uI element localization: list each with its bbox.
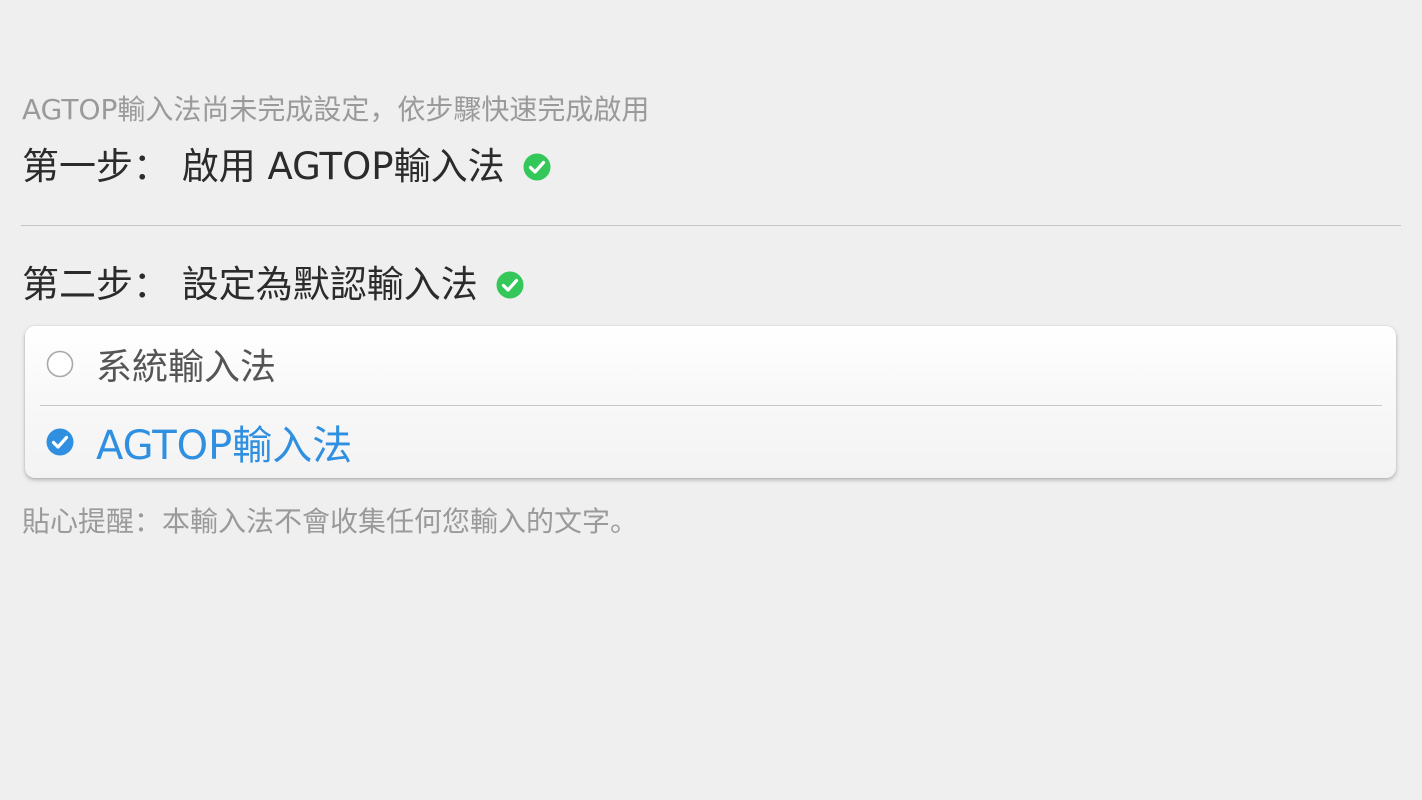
step-1-label: 第一步： 啟用 AGTOP輸入法	[22, 145, 505, 188]
check-circle-icon	[523, 153, 551, 181]
section-divider	[21, 225, 1401, 226]
step-2-label: 第二步： 設定為默認輸入法	[22, 263, 478, 306]
check-circle-icon	[496, 271, 524, 299]
radio-checked-icon[interactable]	[46, 428, 74, 456]
step-1-enable[interactable]: 第一步： 啟用 AGTOP輸入法	[22, 144, 551, 190]
radio-unchecked-icon[interactable]	[46, 350, 74, 378]
option-label: 系統輸入法	[96, 347, 277, 388]
option-agtop-input-method[interactable]: AGTOP輸入法	[25, 406, 1396, 478]
input-method-picker: 系統輸入法 AGTOP輸入法	[25, 326, 1396, 478]
privacy-tip: 貼心提醒：本輸入法不會收集任何您輸入的文字。	[22, 505, 639, 538]
option-system-input-method[interactable]: 系統輸入法	[25, 326, 1396, 402]
option-label: AGTOP輸入法	[96, 423, 353, 469]
setup-subtitle: AGTOP輸入法尚未完成設定，依步驟快速完成啟用	[22, 93, 650, 126]
step-2-set-default[interactable]: 第二步： 設定為默認輸入法	[22, 262, 524, 308]
